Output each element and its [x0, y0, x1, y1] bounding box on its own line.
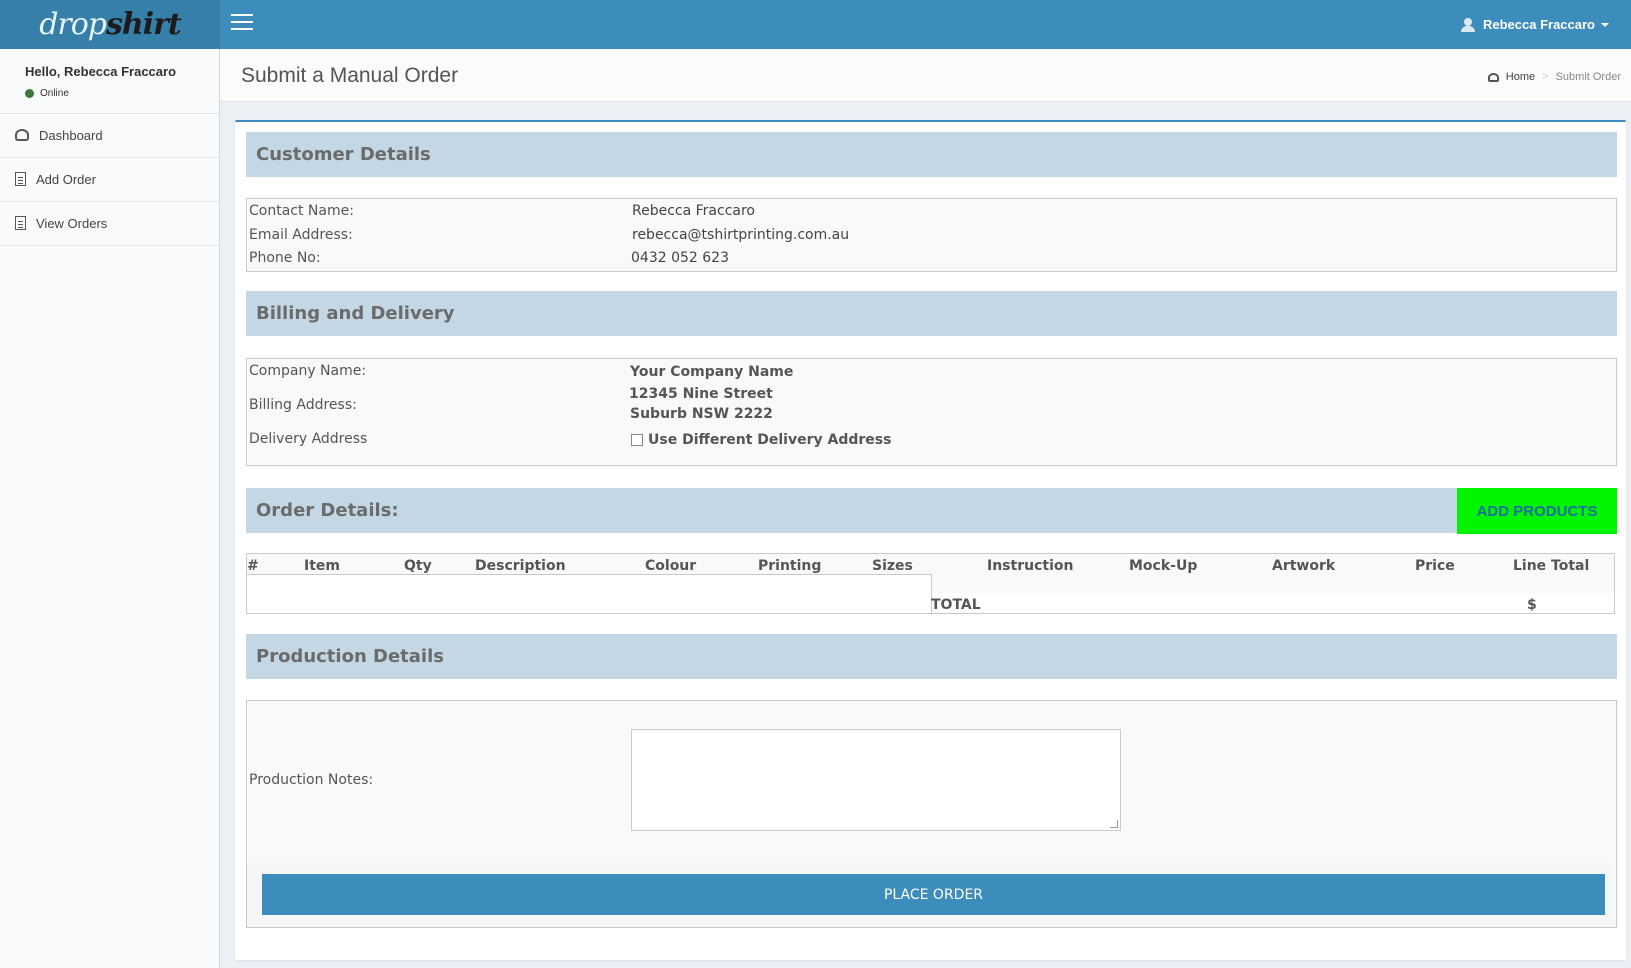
sidebar-toggle-menu-icon[interactable]	[231, 14, 253, 34]
phone-value: 0432 052 623	[631, 250, 729, 266]
section-title: Order Details:	[256, 500, 399, 521]
file-icon	[15, 216, 26, 230]
section-title: Billing and Delivery	[256, 303, 455, 324]
different-delivery-label[interactable]: Use Different Delivery Address	[648, 432, 891, 448]
production-notes-textarea[interactable]	[631, 729, 1121, 831]
place-order-button[interactable]: PLACE ORDER	[262, 874, 1605, 915]
breadcrumb: Home > Submit Order	[1487, 71, 1621, 83]
column-header: Artwork	[1272, 558, 1336, 574]
sidebar-item-add-order[interactable]: Add Order	[0, 157, 219, 202]
user-icon	[1460, 17, 1475, 32]
contact-name-label: Contact Name:	[249, 203, 354, 219]
email-value: rebecca@tshirtprinting.com.au	[632, 227, 850, 243]
sidebar-item-label: View Orders	[36, 215, 108, 231]
sidebar-item-label: Add Order	[36, 171, 96, 187]
logo-text: dropshirt	[39, 7, 182, 42]
production-details-header: Production Details	[246, 634, 1617, 679]
user-menu-dropdown[interactable]: Rebecca Fraccaro	[1460, 0, 1609, 49]
user-name: Rebecca Fraccaro	[1482, 17, 1595, 32]
company-name-label: Company Name:	[249, 363, 367, 379]
different-delivery-checkbox[interactable]	[631, 434, 643, 446]
online-status: Online	[25, 88, 69, 99]
email-label: Email Address:	[249, 227, 353, 243]
sidebar-item-dashboard[interactable]: Dashboard	[0, 113, 219, 158]
customer-details-panel	[246, 198, 1617, 272]
column-header: Description	[475, 558, 566, 574]
company-name-value: Your Company Name	[630, 364, 794, 380]
file-icon	[15, 172, 26, 186]
section-title: Production Details	[256, 646, 444, 667]
order-total-value: $	[1527, 597, 1537, 613]
order-details-header: Order Details:	[246, 488, 1617, 533]
breadcrumb-home-link[interactable]: Home	[1487, 71, 1535, 83]
billing-address-line1: 12345 Nine Street	[629, 386, 773, 402]
status-dot-icon	[25, 89, 34, 98]
greeting: Hello, Rebecca Fraccaro	[25, 64, 177, 79]
billing-delivery-header: Billing and Delivery	[246, 291, 1617, 336]
sidebar-item-label: Dashboard	[39, 127, 103, 143]
logo[interactable]: dropshirt	[0, 0, 220, 49]
sidebar: Hello, Rebecca Fraccaro Online Dashboard…	[0, 49, 220, 968]
phone-label: Phone No:	[249, 250, 321, 266]
billing-address-line2: Suburb NSW 2222	[630, 406, 773, 422]
delivery-address-label: Delivery Address	[249, 431, 368, 447]
column-header: Printing	[758, 558, 822, 574]
sidebar-item-view-orders[interactable]: View Orders	[0, 201, 219, 246]
customer-details-header: Customer Details	[246, 132, 1617, 177]
dashboard-icon	[1487, 72, 1499, 82]
caret-down-icon	[1601, 22, 1609, 27]
top-navbar: dropshirt Rebecca Fraccaro	[0, 0, 1631, 49]
dashboard-icon	[15, 129, 29, 141]
contact-name-value: Rebecca Fraccaro	[632, 203, 755, 219]
column-header: Colour	[645, 558, 697, 574]
column-header: Sizes	[872, 558, 913, 574]
breadcrumb-current: Submit Order	[1555, 71, 1621, 83]
breadcrumb-separator: >	[1542, 71, 1549, 83]
add-products-button[interactable]: ADD PRODUCTS	[1457, 488, 1617, 534]
order-table-divider	[246, 574, 932, 575]
order-total-label: TOTAL	[931, 597, 981, 613]
section-title: Customer Details	[256, 144, 431, 165]
billing-address-label: Billing Address:	[249, 397, 357, 413]
content-header: Submit a Manual Order Home > Submit Orde…	[220, 49, 1631, 102]
column-header: Instruction	[987, 558, 1074, 574]
column-header: Line Total	[1513, 558, 1590, 574]
column-header: Item	[304, 558, 340, 574]
column-header: Mock-Up	[1129, 558, 1198, 574]
billing-delivery-panel	[246, 358, 1617, 466]
production-notes-label: Production Notes:	[249, 772, 374, 788]
column-header: #	[247, 558, 259, 574]
resize-handle-icon[interactable]	[1110, 820, 1118, 828]
page-title: Submit a Manual Order	[241, 64, 459, 87]
column-header: Price	[1415, 558, 1455, 574]
column-header: Qty	[404, 558, 432, 574]
